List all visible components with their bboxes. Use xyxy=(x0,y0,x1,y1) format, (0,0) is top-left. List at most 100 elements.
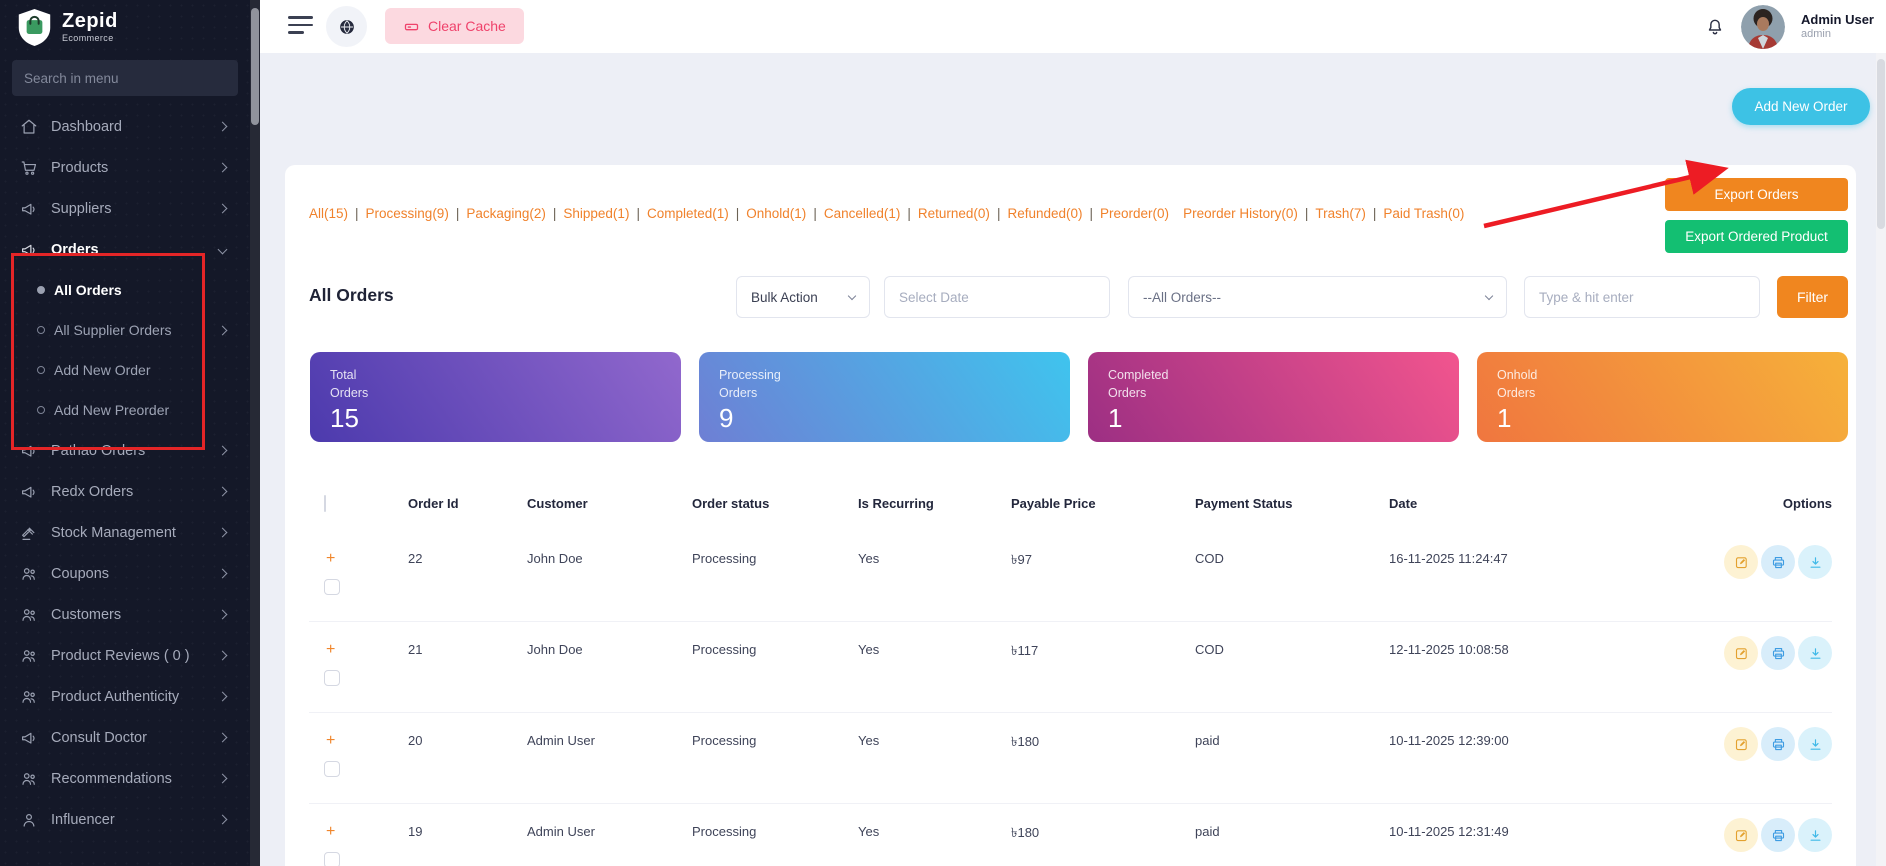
table-row: + 21 John Doe Processing Yes ৳117 COD 12… xyxy=(309,622,1832,713)
notifications-bell-icon[interactable] xyxy=(1705,16,1725,38)
tab-trash[interactable]: Trash(7) xyxy=(1315,206,1366,221)
sidebar-item-consult-doctor[interactable]: Consult Doctor xyxy=(0,717,250,758)
sidebar-scrollbar[interactable] xyxy=(250,0,260,866)
select-date-input[interactable] xyxy=(885,277,1109,317)
hamburger-menu-icon[interactable] xyxy=(288,16,314,36)
edit-icon xyxy=(1735,556,1747,568)
row-checkbox[interactable] xyxy=(324,670,340,686)
sidebar-item-orders[interactable]: Orders xyxy=(0,229,250,270)
brand-logo[interactable]: Zepid Ecommerce xyxy=(0,0,250,52)
select-date-field xyxy=(884,276,1110,318)
tab-preorder[interactable]: Preorder(0) xyxy=(1100,206,1169,221)
print-order-button[interactable] xyxy=(1761,636,1795,670)
sidebar-item-pathao-orders[interactable]: Pathao Orders xyxy=(0,430,250,471)
sidebar-subitem-add-new-preorder[interactable]: Add New Preorder xyxy=(0,390,250,430)
tab-processing[interactable]: Processing(9) xyxy=(366,206,449,221)
row-checkbox[interactable] xyxy=(324,761,340,777)
edit-order-button[interactable] xyxy=(1724,727,1758,761)
order-id-link[interactable]: 22 xyxy=(408,531,527,566)
bullet-icon xyxy=(37,326,45,334)
row-expand-button[interactable]: + xyxy=(326,642,335,658)
add-new-order-button[interactable]: Add New Order xyxy=(1732,88,1870,125)
orders-card: All(15) | Processing(9) | Packaging(2) | Shipp… xyxy=(285,165,1856,866)
sidebar-item-customers[interactable]: Customers xyxy=(0,594,250,635)
sidebar-item-product-reviews[interactable]: Product Reviews ( 0 ) xyxy=(0,635,250,676)
tab-onhold[interactable]: Onhold(1) xyxy=(746,206,806,221)
sidebar-item-label: Influencer xyxy=(51,811,115,828)
sidebar-subitem-add-new-order[interactable]: Add New Order xyxy=(0,350,250,390)
print-order-button[interactable] xyxy=(1761,545,1795,579)
clear-cache-button[interactable]: Clear Cache xyxy=(385,8,524,44)
brand-tagline: Ecommerce xyxy=(62,33,114,43)
order-id-link[interactable]: 20 xyxy=(408,713,527,748)
row-expand-button[interactable]: + xyxy=(326,551,335,567)
sidebar-item-dashboard[interactable]: Dashboard xyxy=(0,106,250,147)
tab-packaging[interactable]: Packaging(2) xyxy=(466,206,546,221)
bullet-icon xyxy=(37,406,45,414)
tab-completed[interactable]: Completed(1) xyxy=(647,206,729,221)
sidebar-subitem-all-supplier-orders[interactable]: All Supplier Orders xyxy=(0,310,250,350)
download-invoice-button[interactable] xyxy=(1798,727,1832,761)
tab-returned[interactable]: Returned(0) xyxy=(918,206,990,221)
table-search-input[interactable] xyxy=(1525,277,1759,317)
recurring-cell: Yes xyxy=(858,551,880,566)
sidebar-scrollbar-thumb[interactable] xyxy=(251,8,259,125)
order-id-link[interactable]: 21 xyxy=(408,622,527,657)
sidebar-item-redx-orders[interactable]: Redx Orders xyxy=(0,471,250,512)
language-globe-button[interactable] xyxy=(326,6,367,47)
sidebar-subitem-label: All Orders xyxy=(54,282,122,298)
print-order-button[interactable] xyxy=(1761,727,1795,761)
tab-all[interactable]: All(15) xyxy=(309,206,348,221)
sidebar-subitem-all-orders[interactable]: All Orders xyxy=(0,270,250,310)
orders-filter-value: --All Orders-- xyxy=(1143,289,1221,305)
sidebar-item-product-authenticity[interactable]: Product Authenticity xyxy=(0,676,250,717)
tab-refunded[interactable]: Refunded(0) xyxy=(1007,206,1082,221)
download-invoice-button[interactable] xyxy=(1798,636,1832,670)
row-checkbox[interactable] xyxy=(324,579,340,595)
users-icon xyxy=(22,772,35,785)
sidebar-item-label: Suppliers xyxy=(51,200,112,217)
download-invoice-button[interactable] xyxy=(1798,818,1832,852)
date-cell: 12-11-2025 10:08:58 xyxy=(1389,642,1509,657)
bulk-action-dropdown[interactable]: Bulk Action xyxy=(736,276,870,318)
export-orders-button[interactable]: Export Orders xyxy=(1665,178,1848,211)
stat-card-onhold-orders: Onhold Orders 1 xyxy=(1477,352,1848,442)
row-expand-button[interactable]: + xyxy=(326,733,335,749)
sidebar-item-label: Pathao Orders xyxy=(51,442,146,459)
sidebar-item-recommendations[interactable]: Recommendations xyxy=(0,758,250,799)
user-avatar[interactable] xyxy=(1741,4,1786,49)
sidebar-item-products[interactable]: Products xyxy=(0,147,250,188)
chevron-right-icon xyxy=(217,486,228,497)
edit-order-button[interactable] xyxy=(1724,636,1758,670)
page-scrollbar[interactable] xyxy=(1876,53,1886,866)
tab-paid-trash[interactable]: Paid Trash(0) xyxy=(1383,206,1464,221)
clear-cache-label: Clear Cache xyxy=(428,18,506,34)
sidebar-item-coupons[interactable]: Coupons xyxy=(0,553,250,594)
megaphone-icon xyxy=(22,244,35,256)
download-invoice-button[interactable] xyxy=(1798,545,1832,579)
table-row: + 22 John Doe Processing Yes ৳97 COD 16-… xyxy=(309,531,1832,622)
select-all-checkbox[interactable] xyxy=(324,495,326,512)
sidebar-item-influencer[interactable]: Influencer xyxy=(0,799,250,840)
edit-order-button[interactable] xyxy=(1724,818,1758,852)
page-scrollbar-thumb[interactable] xyxy=(1877,59,1885,229)
edit-order-button[interactable] xyxy=(1724,545,1758,579)
column-header-customer: Customer xyxy=(527,496,588,511)
print-order-button[interactable] xyxy=(1761,818,1795,852)
orders-filter-select[interactable]: --All Orders-- xyxy=(1128,276,1507,318)
sidebar-item-stock-management[interactable]: Stock Management xyxy=(0,512,250,553)
table-row: + 20 Admin User Processing Yes ৳180 paid… xyxy=(309,713,1832,804)
order-id-link[interactable]: 19 xyxy=(408,804,527,839)
chevron-right-icon xyxy=(217,773,228,784)
sidebar-item-suppliers[interactable]: Suppliers xyxy=(0,188,250,229)
recurring-cell: Yes xyxy=(858,733,880,748)
tab-shipped[interactable]: Shipped(1) xyxy=(563,206,629,221)
tab-cancelled[interactable]: Cancelled(1) xyxy=(824,206,901,221)
export-ordered-product-button[interactable]: Export Ordered Product xyxy=(1665,220,1848,253)
menu-search-input[interactable] xyxy=(12,60,238,96)
row-expand-button[interactable]: + xyxy=(326,824,335,840)
sidebar-item-label: Orders xyxy=(51,241,99,258)
row-checkbox[interactable] xyxy=(324,852,340,866)
filter-button[interactable]: Filter xyxy=(1777,276,1848,318)
tab-preorder-history[interactable]: Preorder History(0) xyxy=(1183,206,1298,221)
